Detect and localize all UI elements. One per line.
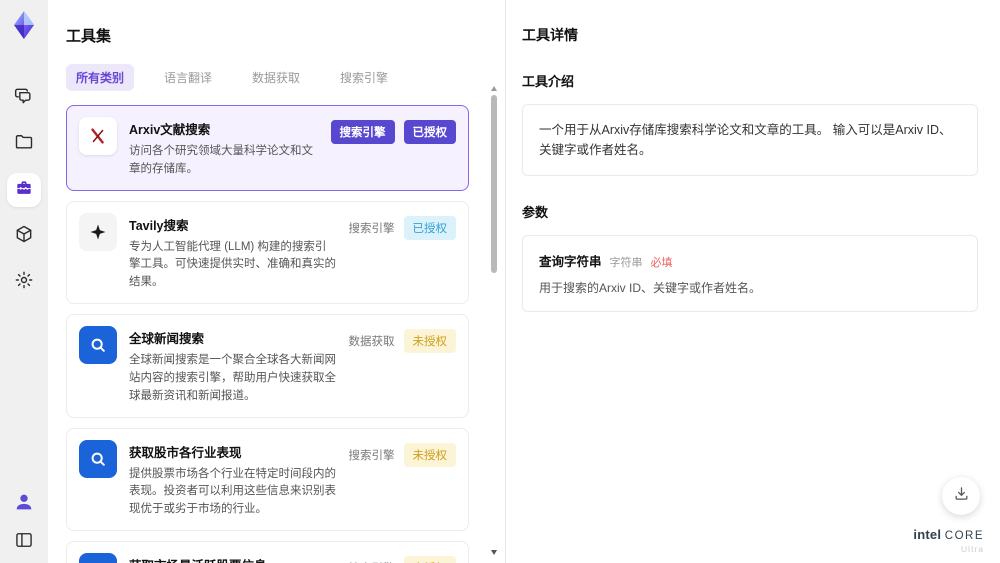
arxiv-icon [79, 117, 117, 155]
blue-search-icon [79, 326, 117, 365]
sidebar-item-files[interactable] [7, 127, 41, 161]
intel-core-logo: intel CORE Ultra [913, 526, 984, 554]
sidebar-item-collapse[interactable] [14, 530, 34, 555]
download-icon [953, 485, 970, 507]
chat-icon [14, 86, 34, 111]
detail-title: 工具详情 [522, 27, 578, 43]
category-badge: 搜索引擎 [330, 120, 395, 144]
param-required-flag: 必填 [650, 257, 673, 269]
param-type: 字符串 [609, 257, 643, 269]
scrollbar-thumb[interactable] [491, 95, 497, 273]
tool-name: 获取市场最活跃股票信息 [129, 555, 337, 563]
tab-language-translation[interactable]: 语言翻译 [154, 64, 222, 91]
sidebar-item-account[interactable] [13, 491, 35, 518]
blue-search-icon [79, 552, 117, 563]
brand-sub-text: Ultra [961, 543, 984, 554]
app-window: 工具集 所有类别 语言翻译 数据获取 搜索引擎 Arxiv文献搜索 访问各个研究… [0, 0, 1000, 563]
tool-description: 提供股票市场各个行业在特定时间段内的表现。投资者可以利用这些信息来识别表现优于或… [129, 467, 336, 516]
tool-card-tavily[interactable]: Tavily搜索 专为人工智能代理 (LLM) 构建的搜索引擎工具。可快速提供实… [66, 200, 469, 305]
brand-intel-text: intel [913, 527, 942, 543]
sidebar-item-tools[interactable] [7, 173, 41, 207]
category-label: 搜索引擎 [348, 222, 395, 235]
scroll-down-arrow[interactable] [491, 550, 497, 555]
tool-description: 全球新闻搜索是一个聚合全球各大新闻网站内容的搜索引擎，帮助用户快速获取全球最新资… [129, 354, 336, 402]
cube-icon [14, 224, 34, 249]
tool-list: Arxiv文献搜索 访问各个研究领域大量科学论文和文章的存储库。 搜索引擎 已授… [66, 105, 483, 563]
tool-description: 专为人工智能代理 (LLM) 构建的搜索引擎工具。可快速提供实时、准确和真实的结… [129, 240, 336, 289]
tool-name: 获取股市各行业表现 [129, 445, 242, 460]
sidebar-item-settings[interactable] [7, 265, 41, 299]
intro-box: 一个用于从Arxiv存储库搜索科学论文和文章的工具。 输入可以是Arxiv ID… [522, 104, 978, 176]
panel-toggle-icon [14, 533, 34, 554]
tool-card-arxiv[interactable]: Arxiv文献搜索 访问各个研究领域大量科学论文和文章的存储库。 搜索引擎 已授… [66, 105, 469, 191]
param-description: 用于搜索的Arxiv ID、关键字或作者姓名。 [539, 281, 762, 295]
tab-data-fetch[interactable]: 数据获取 [242, 64, 310, 91]
tool-description: 访问各个研究领域大量科学论文和文章的存储库。 [129, 145, 313, 175]
tools-panel: 工具集 所有类别 语言翻译 数据获取 搜索引擎 Arxiv文献搜索 访问各个研究… [48, 0, 505, 563]
tab-all-categories[interactable]: 所有类别 [66, 64, 135, 91]
auth-status-badge: 已授权 [403, 120, 456, 144]
intro-heading: 工具介绍 [522, 74, 575, 89]
tool-card-global-news[interactable]: 全球新闻搜索 全球新闻搜索是一个聚合全球各大新闻网站内容的搜索引擎，帮助用户快速… [66, 314, 469, 418]
brand-core-text: CORE [944, 530, 984, 543]
user-icon [13, 494, 35, 517]
category-label: 数据获取 [348, 336, 395, 349]
toolbox-icon [14, 178, 34, 203]
app-logo-icon [8, 9, 40, 41]
auth-status-badge: 已授权 [403, 215, 456, 240]
page-title: 工具集 [66, 28, 112, 45]
intro-text: 一个用于从Arxiv存储库搜索科学论文和文章的工具。 输入可以是Arxiv ID… [539, 123, 952, 157]
tool-card-most-active-stocks[interactable]: 获取市场最活跃股票信息 提供当天交易量最高的股票列表，投资者可以利用这些信息来识… [66, 540, 469, 563]
param-box: 查询字符串 字符串 必填 用于搜索的Arxiv ID、关键字或作者姓名。 [522, 235, 978, 312]
tab-search-engine[interactable]: 搜索引擎 [330, 64, 398, 91]
gear-icon [14, 270, 34, 295]
sidebar-item-models[interactable] [7, 219, 41, 253]
download-button[interactable] [942, 477, 980, 515]
scroll-up-arrow[interactable] [491, 86, 497, 91]
folder-icon [14, 132, 34, 157]
tool-name: Tavily搜索 [129, 218, 189, 233]
left-rail [0, 0, 48, 563]
category-tabs: 所有类别 语言翻译 数据获取 搜索引擎 [66, 64, 483, 91]
sidebar-item-chat[interactable] [7, 81, 41, 115]
tool-name: Arxiv文献搜索 [129, 123, 211, 137]
tool-detail-panel: 工具详情 工具介绍 一个用于从Arxiv存储库搜索科学论文和文章的工具。 输入可… [506, 0, 1000, 563]
param-name: 查询字符串 [539, 255, 602, 269]
list-scrollbar[interactable] [489, 86, 499, 555]
sparkle-icon [79, 212, 117, 251]
auth-status-badge: 未授权 [403, 442, 456, 467]
auth-status-badge: 未授权 [403, 555, 456, 563]
blue-search-icon [79, 439, 117, 478]
auth-status-badge: 未授权 [403, 329, 456, 354]
params-heading: 参数 [522, 205, 549, 220]
category-label: 搜索引擎 [348, 449, 395, 462]
tool-card-sector-performance[interactable]: 获取股市各行业表现 提供股票市场各个行业在特定时间段内的表现。投资者可以利用这些… [66, 427, 469, 531]
tool-name: 全球新闻搜索 [129, 332, 205, 347]
